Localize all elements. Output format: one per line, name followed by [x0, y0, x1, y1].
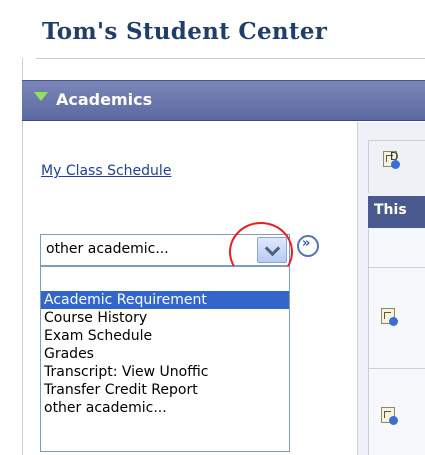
right-panel-toolbar [368, 140, 425, 193]
calendar-icon[interactable] [381, 308, 398, 326]
toolbar-link-cut[interactable]: D [390, 150, 398, 163]
option-transcript[interactable]: Transcript: View Unoffic [41, 363, 289, 381]
info-dot-icon [389, 317, 398, 326]
academics-section-header[interactable]: Academics [22, 80, 425, 121]
option-grades[interactable]: Grades [41, 345, 289, 363]
option-academic-requirement[interactable]: Academic Requirement [41, 291, 289, 309]
info-dot-icon [389, 416, 398, 425]
dropdown-list[interactable]: Academic Requirement Course History Exam… [40, 266, 290, 452]
section-label: Academics [56, 90, 153, 109]
double-chevron-right-icon: » [302, 236, 311, 251]
collapse-triangle-icon[interactable] [34, 92, 48, 101]
calendar-icon[interactable] [381, 407, 398, 425]
select-value: other academic... [46, 241, 169, 257]
option-transfer-credit[interactable]: Transfer Credit Report [41, 381, 289, 399]
option-course-history[interactable]: Course History [41, 309, 289, 327]
option-exam-schedule[interactable]: Exam Schedule [41, 327, 289, 345]
option-other-academic[interactable]: other academic... [41, 399, 289, 417]
table-row [368, 268, 425, 369]
go-button[interactable]: » [297, 235, 319, 257]
page-title: Tom's Student Center [42, 18, 328, 45]
right-header-text: This [374, 202, 407, 218]
right-table-header: This [368, 196, 425, 228]
title-divider [36, 58, 425, 59]
table-row [368, 229, 425, 268]
my-class-schedule-link[interactable]: My Class Schedule [41, 163, 171, 179]
table-row [368, 369, 425, 455]
